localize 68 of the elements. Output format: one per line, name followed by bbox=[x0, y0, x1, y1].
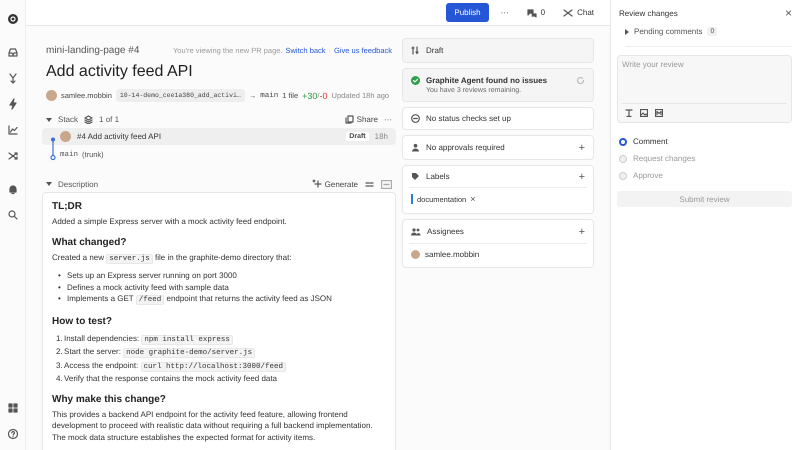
chat-button[interactable]: Chat bbox=[557, 4, 600, 22]
share-button[interactable]: Share bbox=[344, 115, 378, 124]
add-button[interactable]: + bbox=[578, 172, 585, 180]
stack-count: 1 of 1 bbox=[99, 115, 120, 124]
text-format-icon[interactable] bbox=[625, 109, 633, 117]
list-view-icon[interactable] bbox=[364, 180, 375, 188]
bolt-icon[interactable] bbox=[6, 98, 18, 110]
search-icon[interactable] bbox=[6, 209, 18, 221]
draft-status: Draft bbox=[426, 46, 444, 55]
help-icon[interactable] bbox=[6, 428, 18, 440]
assignee-name[interactable]: samlee.mobbin bbox=[425, 250, 480, 259]
publish-button[interactable]: Publish bbox=[446, 3, 489, 22]
chart-icon[interactable] bbox=[6, 124, 18, 136]
paragraph: This provides a backend API endpoint for the activity feed feature, allowing frontend development to proceed with realistic data without requiring a full backend implementation. The mock data structure establishes the expected format for activity items. bbox=[52, 408, 374, 443]
section-title: Description bbox=[58, 180, 98, 188]
close-button[interactable]: × bbox=[784, 8, 792, 18]
comments-icon bbox=[526, 8, 537, 18]
minus-circle-icon bbox=[411, 114, 420, 123]
collapse-caret[interactable] bbox=[46, 118, 52, 122]
collapse-caret[interactable] bbox=[46, 182, 52, 186]
repo-name: mini-landing-page #4 bbox=[46, 45, 140, 56]
inbox-icon[interactable] bbox=[6, 46, 18, 58]
add-button[interactable]: + bbox=[578, 228, 585, 236]
markdown-icon[interactable] bbox=[655, 109, 663, 117]
people-icon bbox=[411, 227, 421, 236]
section-heading: TL;DR bbox=[52, 200, 83, 213]
copy-icon bbox=[344, 115, 354, 124]
logo-icon bbox=[6, 13, 18, 25]
sparkle-icon bbox=[312, 179, 322, 189]
radio-button[interactable] bbox=[619, 138, 627, 146]
avatar bbox=[46, 90, 57, 101]
paragraph: Added a simple Express server with a mock activity feed endpoint. bbox=[52, 216, 288, 228]
approvals-status: No approvals required bbox=[426, 143, 505, 152]
agent-title: Graphite Agent found no issues bbox=[426, 76, 548, 85]
generate-button[interactable]: Generate bbox=[312, 179, 358, 189]
image-icon[interactable] bbox=[640, 109, 648, 117]
bell-icon[interactable] bbox=[6, 183, 18, 195]
list-item: 4. Verify that the response contains the mock activity feed data bbox=[55, 373, 278, 384]
section-title: Stack bbox=[58, 115, 78, 124]
section-title: Assignees bbox=[427, 227, 464, 236]
additions: +30 bbox=[302, 90, 318, 100]
avatar bbox=[411, 250, 420, 259]
deletions: -0 bbox=[320, 90, 328, 100]
list-item: • Sets up an Express server running on port 3000 bbox=[57, 270, 238, 282]
stack-line-icon bbox=[50, 137, 56, 161]
merge-icon[interactable] bbox=[6, 72, 18, 84]
section-heading: How to test? bbox=[52, 314, 113, 328]
checks-status: No status checks set up bbox=[426, 114, 511, 123]
more-button[interactable]: ··· bbox=[494, 4, 515, 21]
panel-title: Review changes bbox=[619, 8, 678, 18]
list-item: • Defines a mock activity feed with sample data bbox=[57, 282, 230, 293]
avatar bbox=[60, 131, 71, 142]
tag-icon bbox=[411, 172, 420, 181]
review-option[interactable]: Comment bbox=[617, 137, 792, 146]
section-title: Labels bbox=[426, 172, 450, 181]
person-icon bbox=[411, 143, 420, 152]
comments-button[interactable]: 0 bbox=[520, 4, 552, 22]
remove-label-button[interactable]: × bbox=[470, 194, 476, 204]
sort-icon bbox=[411, 46, 420, 55]
more-button[interactable]: ··· bbox=[384, 115, 392, 124]
add-button[interactable]: + bbox=[578, 144, 585, 152]
section-heading: What changed? bbox=[52, 236, 128, 248]
section-heading: Why make this change? bbox=[52, 392, 167, 406]
stack-icon bbox=[84, 115, 94, 124]
review-input[interactable]: Write your review bbox=[618, 56, 791, 103]
review-editor[interactable]: Write your review bbox=[617, 55, 792, 123]
pr-title: Add activity feed API bbox=[46, 63, 194, 81]
apps-icon[interactable] bbox=[6, 402, 18, 414]
